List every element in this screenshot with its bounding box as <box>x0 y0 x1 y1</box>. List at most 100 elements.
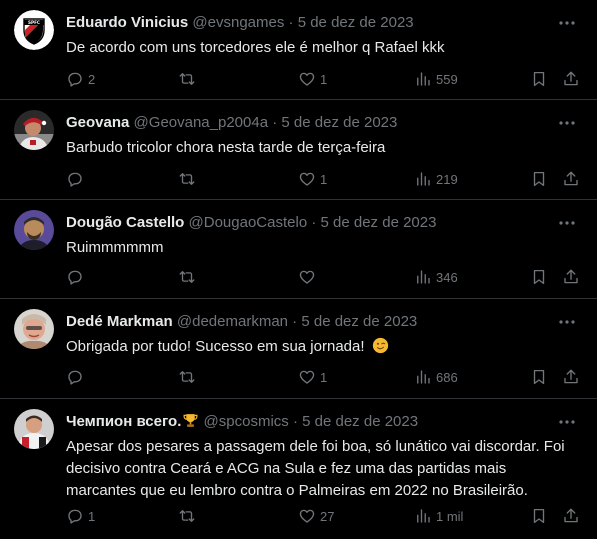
like-button[interactable]: 27 <box>298 506 334 526</box>
views-button[interactable]: 686 <box>414 367 458 387</box>
more-options-icon[interactable] <box>557 412 577 432</box>
retweet-button[interactable] <box>178 367 200 387</box>
more-options-icon[interactable] <box>557 13 577 33</box>
user-handle[interactable]: @DougaoCastelo <box>189 214 308 231</box>
bookmark-button[interactable] <box>530 367 548 387</box>
bookmark-button[interactable] <box>530 267 548 287</box>
share-button[interactable] <box>562 69 580 89</box>
separator-dot: · <box>272 114 278 131</box>
retweet-button[interactable] <box>178 506 200 526</box>
reply-button[interactable] <box>66 169 88 189</box>
bookmark-button[interactable] <box>530 169 548 189</box>
like-count: 1 <box>320 171 328 187</box>
tweet-actions: 1 219 <box>66 169 583 189</box>
tweet-actions: 346 <box>66 267 583 287</box>
avatar[interactable] <box>14 309 54 349</box>
views-button[interactable]: 1 mil <box>414 506 463 526</box>
tweet-header: Geovana @Geovana_p2004a · 5 de dez de 20… <box>66 113 397 133</box>
share-button[interactable] <box>562 267 580 287</box>
reply-feed: SPFC Eduardo Vinicius @evsngames · 5 de … <box>0 0 597 539</box>
like-count: 27 <box>320 508 335 524</box>
photo-avatar-icon <box>14 409 54 449</box>
tweet-actions: 2 1 559 <box>66 69 583 89</box>
display-name[interactable]: Dedé Markman <box>66 313 173 330</box>
retweet-icon <box>179 173 195 185</box>
bookmark-icon <box>533 369 545 385</box>
avatar[interactable]: SPFC <box>14 10 54 50</box>
avatar[interactable] <box>14 409 54 449</box>
tweet-header: Dedé Markman @dedemarkman · 5 de dez de … <box>66 312 417 332</box>
display-name[interactable]: Eduardo Vinicius <box>66 14 188 31</box>
user-handle[interactable]: @evsngames <box>192 14 284 31</box>
tweet-date[interactable]: 5 de dez de 2023 <box>302 413 418 430</box>
tweet-text: Obrigada por tudo! Sucesso em sua jornad… <box>66 336 566 358</box>
display-name[interactable]: Dougão Castello <box>66 214 184 231</box>
bookmark-icon <box>533 508 545 524</box>
analytics-icon <box>417 270 430 284</box>
more-options-icon[interactable] <box>557 113 577 133</box>
tweet-text: Ruimmmmmm <box>66 239 164 256</box>
reply-icon <box>68 72 82 87</box>
reply-button[interactable] <box>66 267 88 287</box>
tweet[interactable]: SPFC Eduardo Vinicius @evsngames · 5 de … <box>0 0 597 100</box>
tweet-text: Barbudo tricolor chora nesta tarde de te… <box>66 139 386 156</box>
reply-button[interactable]: 1 <box>66 506 95 526</box>
display-name[interactable]: Чемпион всего. <box>66 413 181 430</box>
heart-icon <box>299 172 315 186</box>
user-handle[interactable]: @dedemarkman <box>177 313 288 330</box>
bookmark-button[interactable] <box>530 69 548 89</box>
reply-icon <box>68 509 82 524</box>
reply-icon <box>68 370 82 385</box>
tweet-date[interactable]: 5 de dez de 2023 <box>321 214 437 231</box>
views-button[interactable]: 346 <box>414 267 458 287</box>
tweet[interactable]: Dedé Markman @dedemarkman · 5 de dez de … <box>0 299 597 399</box>
tweet[interactable]: Dougão Castello @DougaoCastelo · 5 de de… <box>0 200 597 299</box>
display-name[interactable]: Geovana <box>66 114 129 131</box>
analytics-icon <box>417 509 430 523</box>
share-icon <box>564 71 578 86</box>
retweet-button[interactable] <box>178 69 200 89</box>
analytics-icon <box>417 172 430 186</box>
share-icon <box>564 508 578 523</box>
user-handle[interactable]: @Geovana_p2004a <box>134 114 269 131</box>
photo-avatar-icon <box>14 110 54 150</box>
views-button[interactable]: 559 <box>414 69 458 89</box>
reply-button[interactable] <box>66 367 88 387</box>
more-options-icon[interactable] <box>557 213 577 233</box>
share-button[interactable] <box>562 367 580 387</box>
tweet-date[interactable]: 5 de dez de 2023 <box>281 114 397 131</box>
spfc-crest-icon: SPFC <box>14 10 54 50</box>
heart-icon <box>299 270 315 284</box>
retweet-button[interactable] <box>178 169 200 189</box>
bookmark-icon <box>533 71 545 87</box>
like-button[interactable]: 1 <box>298 69 327 89</box>
like-button[interactable]: 1 <box>298 169 327 189</box>
more-options-icon[interactable] <box>557 312 577 332</box>
tweet-actions: 1 27 1 mil <box>66 506 583 526</box>
reply-count: 2 <box>88 71 96 87</box>
separator-dot: · <box>292 413 298 430</box>
share-button[interactable] <box>562 169 580 189</box>
view-count: 559 <box>436 71 458 87</box>
views-button[interactable]: 219 <box>414 169 458 189</box>
like-button[interactable]: 1 <box>298 367 327 387</box>
tweet[interactable]: Чемпион всего. @spcosmics · 5 de dez de … <box>0 399 597 539</box>
retweet-button[interactable] <box>178 267 200 287</box>
like-count: 1 <box>320 71 328 87</box>
tweet[interactable]: Geovana @Geovana_p2004a · 5 de dez de 20… <box>0 100 597 200</box>
separator-dot: · <box>288 14 294 31</box>
tweet-date[interactable]: 5 de dez de 2023 <box>298 14 414 31</box>
tweet-actions: 1 686 <box>66 367 583 387</box>
analytics-icon <box>417 370 430 384</box>
like-button[interactable] <box>298 267 320 287</box>
share-button[interactable] <box>562 506 580 526</box>
reply-button[interactable]: 2 <box>66 69 95 89</box>
user-handle[interactable]: @spcosmics <box>204 413 289 430</box>
tweet-date[interactable]: 5 de dez de 2023 <box>301 313 417 330</box>
reply-icon <box>68 270 82 285</box>
retweet-icon <box>179 510 195 522</box>
avatar[interactable] <box>14 210 54 250</box>
avatar[interactable] <box>14 110 54 150</box>
bookmark-button[interactable] <box>530 506 548 526</box>
heart-icon <box>299 72 315 86</box>
